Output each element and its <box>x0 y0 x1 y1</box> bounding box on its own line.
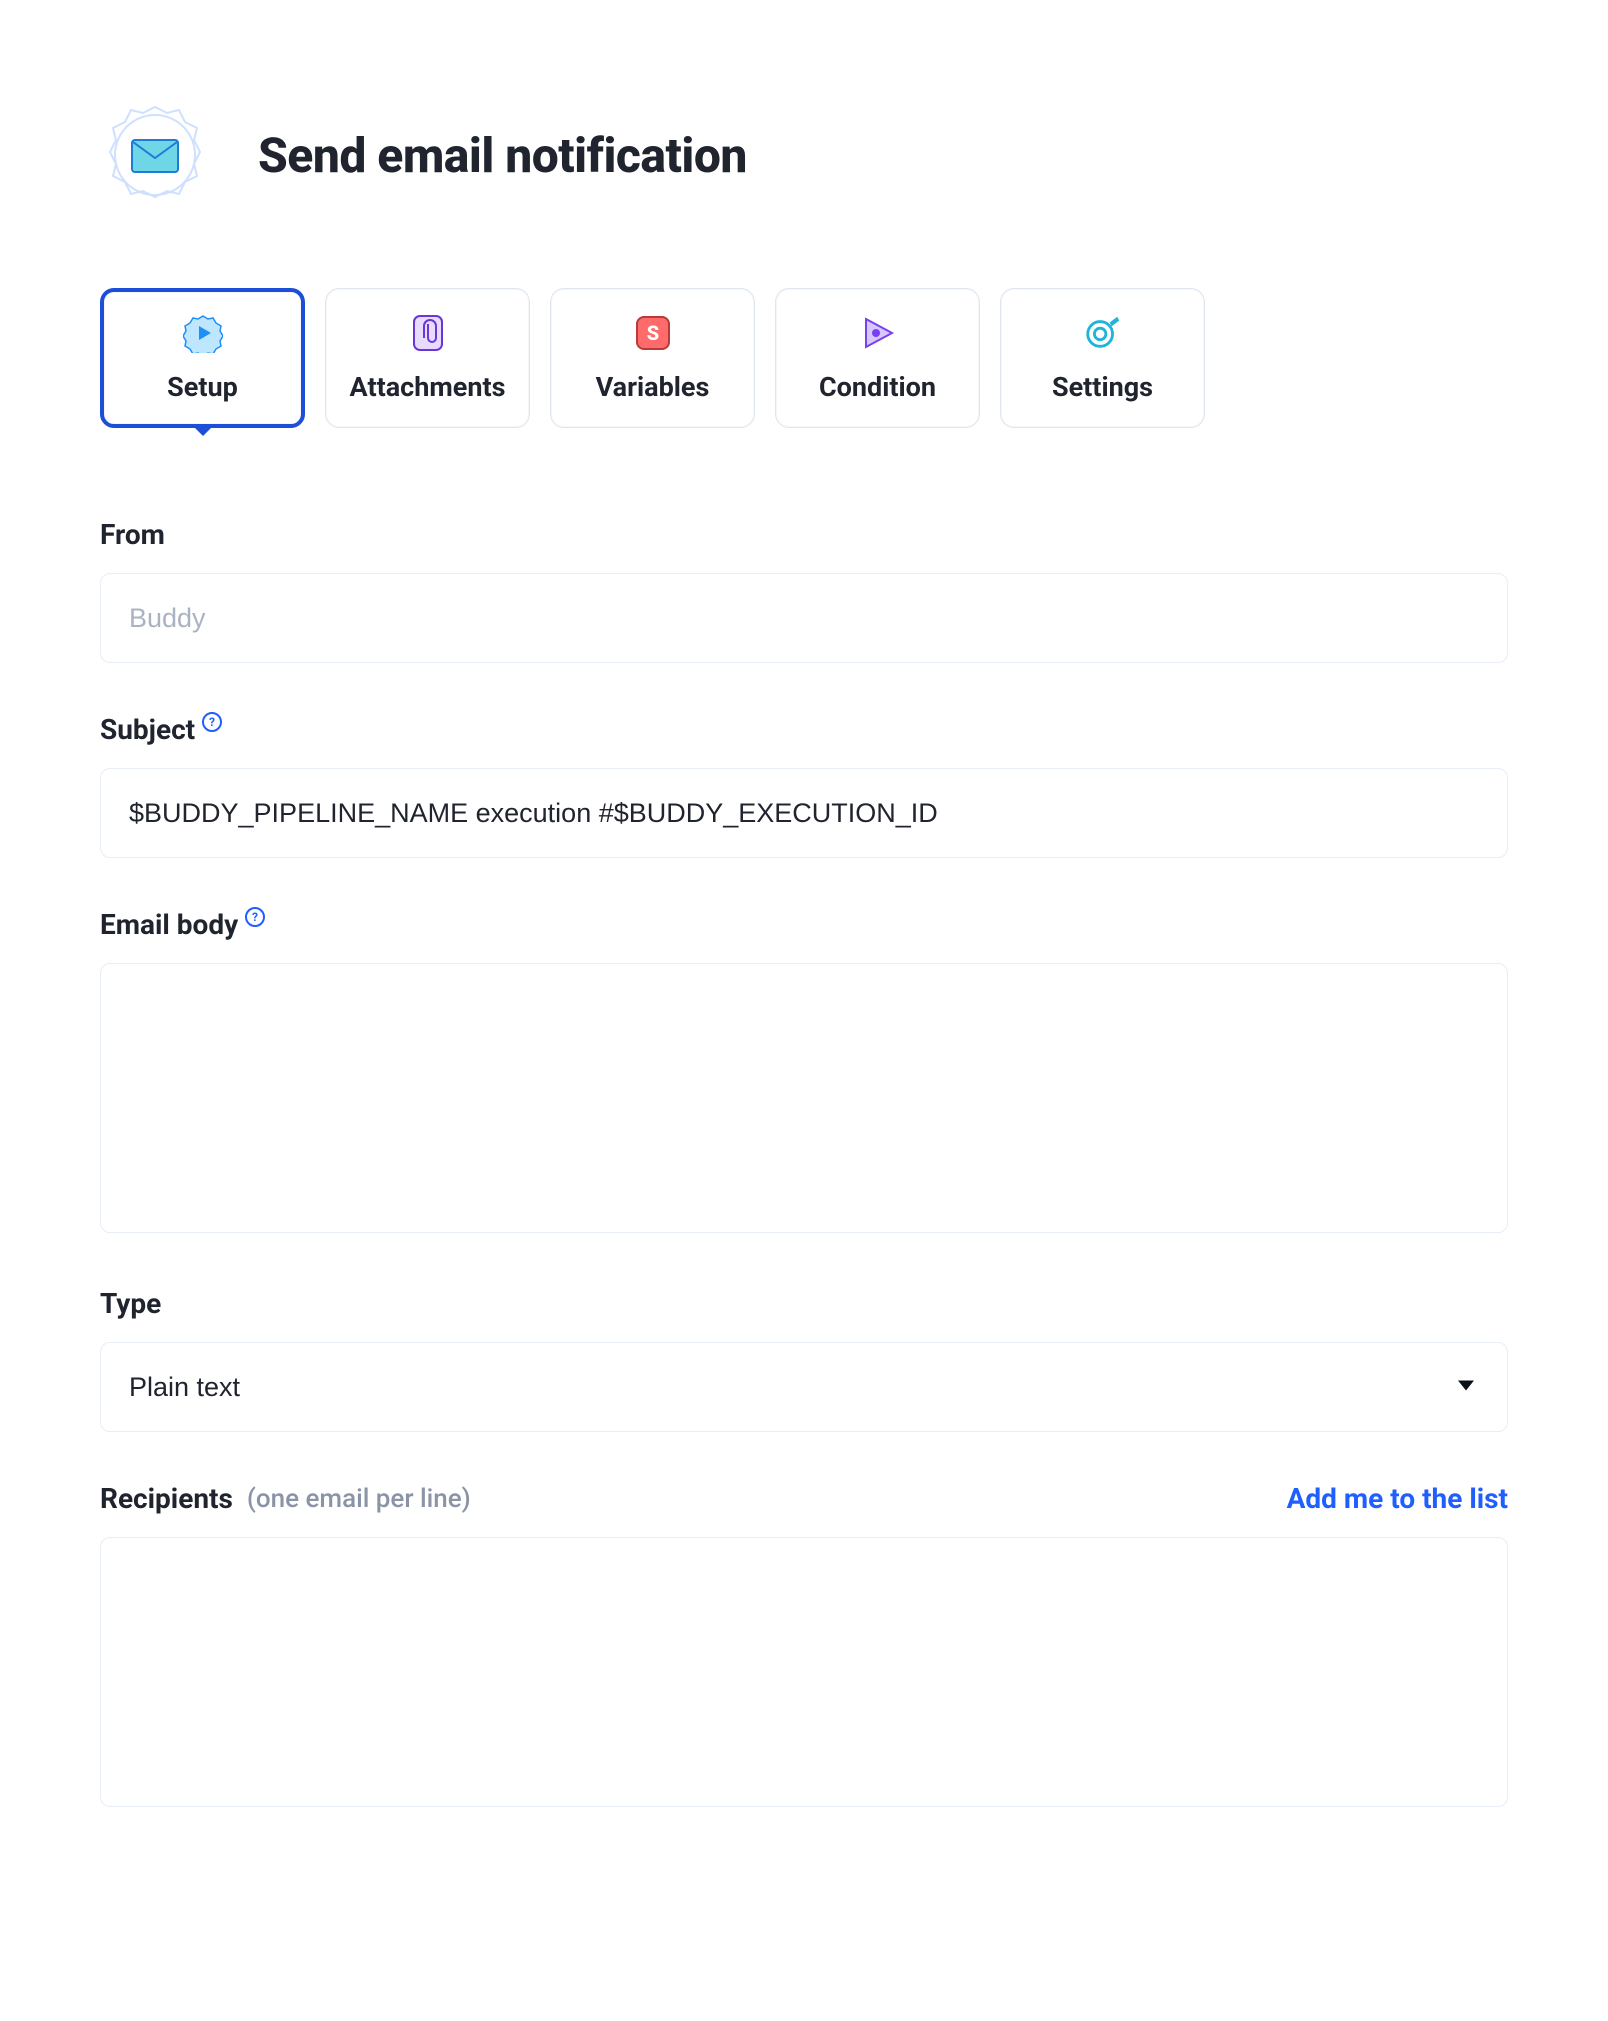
play-sparkle-icon <box>858 313 898 353</box>
tab-variables[interactable]: S Variables <box>550 288 755 428</box>
add-me-link[interactable]: Add me to the list <box>1287 1482 1508 1515</box>
dollar-tile-icon: S <box>633 313 673 353</box>
setup-form: From Subject ? Email body <box>100 518 1508 1811</box>
help-icon[interactable]: ? <box>244 906 266 928</box>
email-body-textarea[interactable] <box>100 963 1508 1233</box>
field-type: Type Plain text <box>100 1287 1508 1432</box>
type-select[interactable]: Plain text <box>100 1342 1508 1432</box>
svg-text:S: S <box>646 321 658 345</box>
type-label: Type <box>100 1287 161 1320</box>
tab-label: Setup <box>167 371 238 403</box>
email-gear-icon <box>100 100 210 210</box>
field-from: From <box>100 518 1508 663</box>
subject-input[interactable] <box>100 768 1508 858</box>
from-label: From <box>100 518 165 551</box>
tabs-row: Setup Attachments S Variables <box>100 288 1508 428</box>
tab-condition[interactable]: Condition <box>775 288 980 428</box>
subject-label: Subject <box>100 713 195 746</box>
recipients-textarea[interactable] <box>100 1537 1508 1807</box>
tab-label: Settings <box>1052 371 1153 403</box>
tab-setup[interactable]: Setup <box>100 288 305 428</box>
tab-label: Attachments <box>350 371 506 403</box>
page-title: Send email notification <box>258 127 747 184</box>
target-pencil-icon <box>1083 313 1123 353</box>
email-body-label: Email body <box>100 908 238 941</box>
field-recipients: Recipients (one email per line) Add me t… <box>100 1482 1508 1811</box>
clip-file-icon <box>408 313 448 353</box>
help-icon[interactable]: ? <box>201 711 223 733</box>
page-header: Send email notification <box>100 100 1508 210</box>
field-email-body: Email body ? <box>100 908 1508 1237</box>
svg-text:?: ? <box>209 715 215 729</box>
tab-label: Variables <box>596 371 710 403</box>
tab-attachments[interactable]: Attachments <box>325 288 530 428</box>
recipients-hint: (one email per line) <box>247 1484 471 1514</box>
from-input[interactable] <box>100 573 1508 663</box>
tab-label: Condition <box>819 371 936 403</box>
recipients-label: Recipients <box>100 1482 233 1515</box>
gear-play-icon <box>183 313 223 353</box>
tab-settings[interactable]: Settings <box>1000 288 1205 428</box>
svg-text:?: ? <box>252 910 258 924</box>
field-subject: Subject ? <box>100 713 1508 858</box>
